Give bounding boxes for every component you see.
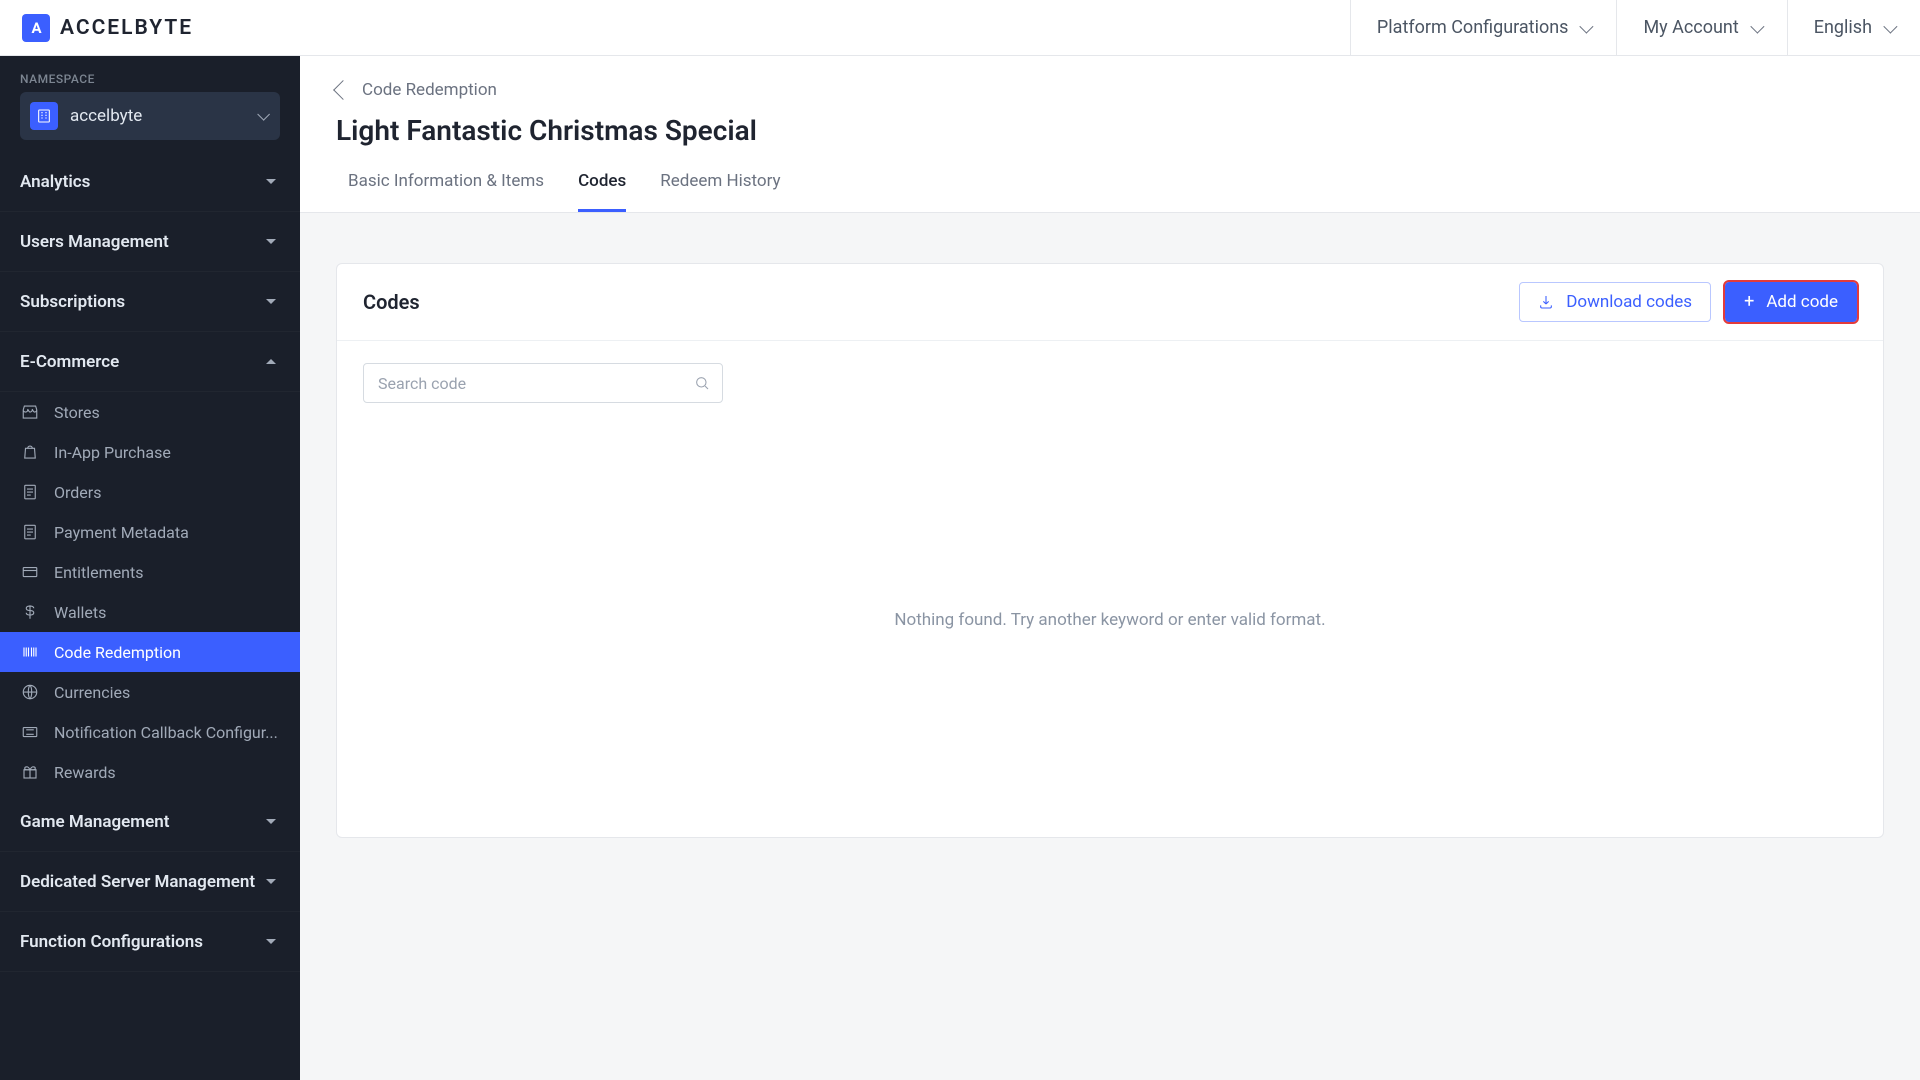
sidebar-section-ecommerce[interactable]: E-Commerce: [0, 332, 300, 392]
codes-card: Codes Download codes + Add code Nothing …: [336, 263, 1884, 838]
sidebar-item-currencies[interactable]: Currencies: [0, 672, 300, 712]
search-code-input[interactable]: [378, 374, 694, 393]
download-icon: [1538, 294, 1554, 310]
chevron-down-icon: [257, 108, 270, 121]
app-header: A ACCELBYTE Platform Configurations My A…: [0, 0, 1920, 56]
tab-codes[interactable]: Codes: [578, 171, 626, 212]
sidebar-item-label: Wallets: [54, 603, 282, 622]
header-my-account[interactable]: My Account: [1616, 0, 1786, 56]
sidebar-item-label: Entitlements: [54, 563, 282, 582]
sidebar-item-label: Code Redemption: [54, 643, 282, 662]
caret-down-icon: [266, 299, 276, 304]
sidebar-item-label: Payment Metadata: [54, 523, 282, 542]
card-title: Codes: [363, 290, 420, 314]
caret-down-icon: [266, 879, 276, 884]
sidebar-section-users-management[interactable]: Users Management: [0, 212, 300, 272]
caret-down-icon: [266, 939, 276, 944]
sidebar-section-function-configurations[interactable]: Function Configurations: [0, 912, 300, 972]
logo-mark-icon: A: [22, 14, 50, 42]
sidebar-item-in-app-purchase[interactable]: In-App Purchase: [0, 432, 300, 472]
sidebar-item-label: Currencies: [54, 683, 282, 702]
namespace-selector[interactable]: accelbyte: [20, 92, 280, 140]
sidebar-section-analytics[interactable]: Analytics: [0, 152, 300, 212]
sidebar: NAMESPACE accelbyte Analytics Users Mana…: [0, 56, 300, 1080]
sidebar-item-code-redemption[interactable]: Code Redemption: [0, 632, 300, 672]
search-icon: [694, 375, 710, 391]
add-code-label: Add code: [1766, 292, 1838, 312]
tab-bar: Basic Information & Items Codes Redeem H…: [300, 147, 1920, 213]
tab-basic-information[interactable]: Basic Information & Items: [348, 171, 544, 212]
settings-icon: [20, 722, 40, 742]
sidebar-item-notification-callback[interactable]: Notification Callback Configur...: [0, 712, 300, 752]
sidebar-item-label: In-App Purchase: [54, 443, 282, 462]
store-icon: [20, 402, 40, 422]
sidebar-item-stores[interactable]: Stores: [0, 392, 300, 432]
caret-down-icon: [266, 239, 276, 244]
sidebar-item-label: Rewards: [54, 763, 282, 782]
namespace-value: accelbyte: [70, 106, 245, 126]
download-codes-button[interactable]: Download codes: [1519, 282, 1711, 322]
sidebar-item-label: Stores: [54, 403, 282, 422]
download-codes-label: Download codes: [1566, 292, 1692, 312]
sidebar-item-wallets[interactable]: Wallets: [0, 592, 300, 632]
page-title: Light Fantastic Christmas Special: [300, 100, 1920, 147]
sidebar-item-label: Notification Callback Configur...: [54, 723, 282, 742]
sidebar-section-dedicated-server[interactable]: Dedicated Server Management: [0, 852, 300, 912]
caret-down-icon: [266, 179, 276, 184]
breadcrumb[interactable]: Code Redemption: [300, 56, 1920, 100]
chevron-down-icon: [1580, 19, 1594, 33]
sidebar-item-entitlements[interactable]: Entitlements: [0, 552, 300, 592]
sidebar-item-orders[interactable]: Orders: [0, 472, 300, 512]
sidebar-item-label: Orders: [54, 483, 282, 502]
sidebar-item-payment-metadata[interactable]: Payment Metadata: [0, 512, 300, 552]
sidebar-section-label: Game Management: [20, 812, 266, 832]
sidebar-section-label: E-Commerce: [20, 352, 266, 372]
barcode-icon: [20, 642, 40, 662]
search-code-field[interactable]: [363, 363, 723, 403]
document-icon: [20, 482, 40, 502]
dollar-icon: [20, 602, 40, 622]
tab-redeem-history[interactable]: Redeem History: [660, 171, 780, 212]
caret-down-icon: [266, 819, 276, 824]
header-account-label: My Account: [1643, 17, 1738, 38]
empty-state-message: Nothing found. Try another keyword or en…: [363, 403, 1857, 837]
chevron-down-icon: [1750, 19, 1764, 33]
chevron-down-icon: [1883, 19, 1897, 33]
caret-up-icon: [266, 359, 276, 364]
namespace-label: NAMESPACE: [0, 56, 300, 92]
header-language-label: English: [1814, 17, 1872, 38]
sidebar-item-rewards[interactable]: Rewards: [0, 752, 300, 792]
header-language[interactable]: English: [1787, 0, 1920, 56]
sidebar-section-label: Analytics: [20, 172, 266, 192]
sidebar-section-game-management[interactable]: Game Management: [0, 792, 300, 852]
plus-icon: +: [1744, 293, 1754, 311]
arrow-left-icon: [333, 80, 353, 100]
header-platform-label: Platform Configurations: [1377, 17, 1569, 38]
sidebar-section-label: Subscriptions: [20, 292, 266, 312]
main-content: Code Redemption Light Fantastic Christma…: [300, 56, 1920, 1080]
sidebar-section-label: Function Configurations: [20, 932, 266, 952]
globe-icon: [20, 682, 40, 702]
breadcrumb-label: Code Redemption: [362, 80, 497, 100]
document-icon: [20, 522, 40, 542]
bag-icon: [20, 442, 40, 462]
sidebar-section-label: Users Management: [20, 232, 266, 252]
sidebar-section-label: Dedicated Server Management: [20, 872, 266, 892]
card-icon: [20, 562, 40, 582]
brand-name: ACCELBYTE: [60, 16, 193, 40]
add-code-button[interactable]: + Add code: [1725, 282, 1857, 322]
brand-logo[interactable]: A ACCELBYTE: [0, 14, 193, 42]
building-icon: [30, 102, 58, 130]
header-platform-configurations[interactable]: Platform Configurations: [1350, 0, 1617, 56]
sidebar-section-subscriptions[interactable]: Subscriptions: [0, 272, 300, 332]
gift-icon: [20, 762, 40, 782]
